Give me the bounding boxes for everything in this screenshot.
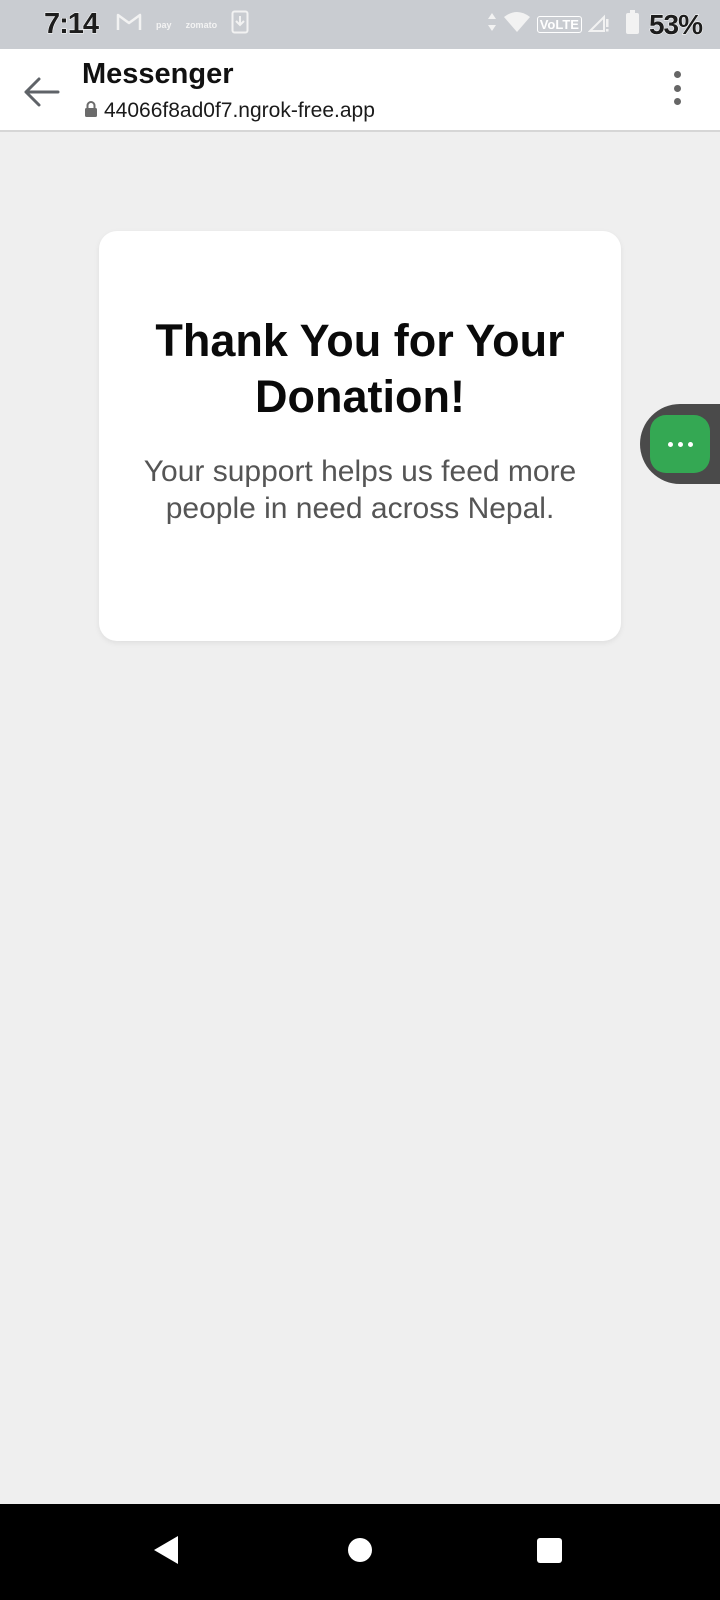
page-url: 44066f8ad0f7.ngrok-free.app bbox=[104, 99, 375, 122]
gmail-icon bbox=[116, 12, 142, 37]
notification-icons: pay zomato bbox=[116, 10, 249, 39]
chat-head-tab[interactable] bbox=[640, 404, 720, 484]
wifi-icon bbox=[503, 11, 531, 38]
battery-percent: 53% bbox=[648, 8, 703, 40]
screen: 7:14 pay zomato VoLTE 53% Messenger 4406… bbox=[0, 0, 720, 1600]
lock-icon bbox=[84, 100, 98, 122]
more-options-button[interactable] bbox=[662, 71, 692, 115]
data-arrows-icon bbox=[487, 12, 497, 37]
menu-dot bbox=[673, 71, 681, 78]
thank-you-card: Thank You for Your Donation! Your suppor… bbox=[99, 231, 621, 641]
more-horizontal-icon bbox=[667, 441, 693, 447]
nav-recents-icon[interactable] bbox=[537, 1538, 562, 1563]
zomato-icon: zomato bbox=[185, 19, 218, 30]
thank-you-message: Your support helps us feed more people i… bbox=[143, 455, 577, 525]
volte-icon: VoLTE bbox=[536, 16, 582, 33]
menu-dot bbox=[673, 84, 681, 92]
battery-icon bbox=[625, 10, 639, 39]
signal-icon bbox=[587, 11, 610, 38]
navigation-bar bbox=[0, 1504, 720, 1600]
url-row: 44066f8ad0f7.ngrok-free.app bbox=[84, 99, 375, 123]
download-icon bbox=[231, 10, 249, 39]
nav-back-icon[interactable] bbox=[154, 1536, 178, 1564]
arrow-left-icon bbox=[24, 77, 60, 107]
pay-app-icon: pay bbox=[156, 19, 172, 30]
system-icons: VoLTE 53% bbox=[487, 8, 704, 41]
thank-you-heading: Thank You for Your Donation! bbox=[155, 315, 565, 422]
more-vertical-icon bbox=[673, 71, 681, 105]
app-bar: Messenger 44066f8ad0f7.ngrok-free.app bbox=[0, 49, 720, 132]
menu-dot bbox=[673, 98, 681, 105]
back-button[interactable] bbox=[16, 67, 66, 117]
status-time: 7:14 bbox=[43, 8, 99, 41]
chat-head-button[interactable] bbox=[650, 415, 710, 473]
page-title: Messenger bbox=[82, 58, 234, 90]
nav-home-icon[interactable] bbox=[348, 1538, 372, 1562]
status-bar: 7:14 pay zomato VoLTE 53% bbox=[0, 0, 720, 49]
